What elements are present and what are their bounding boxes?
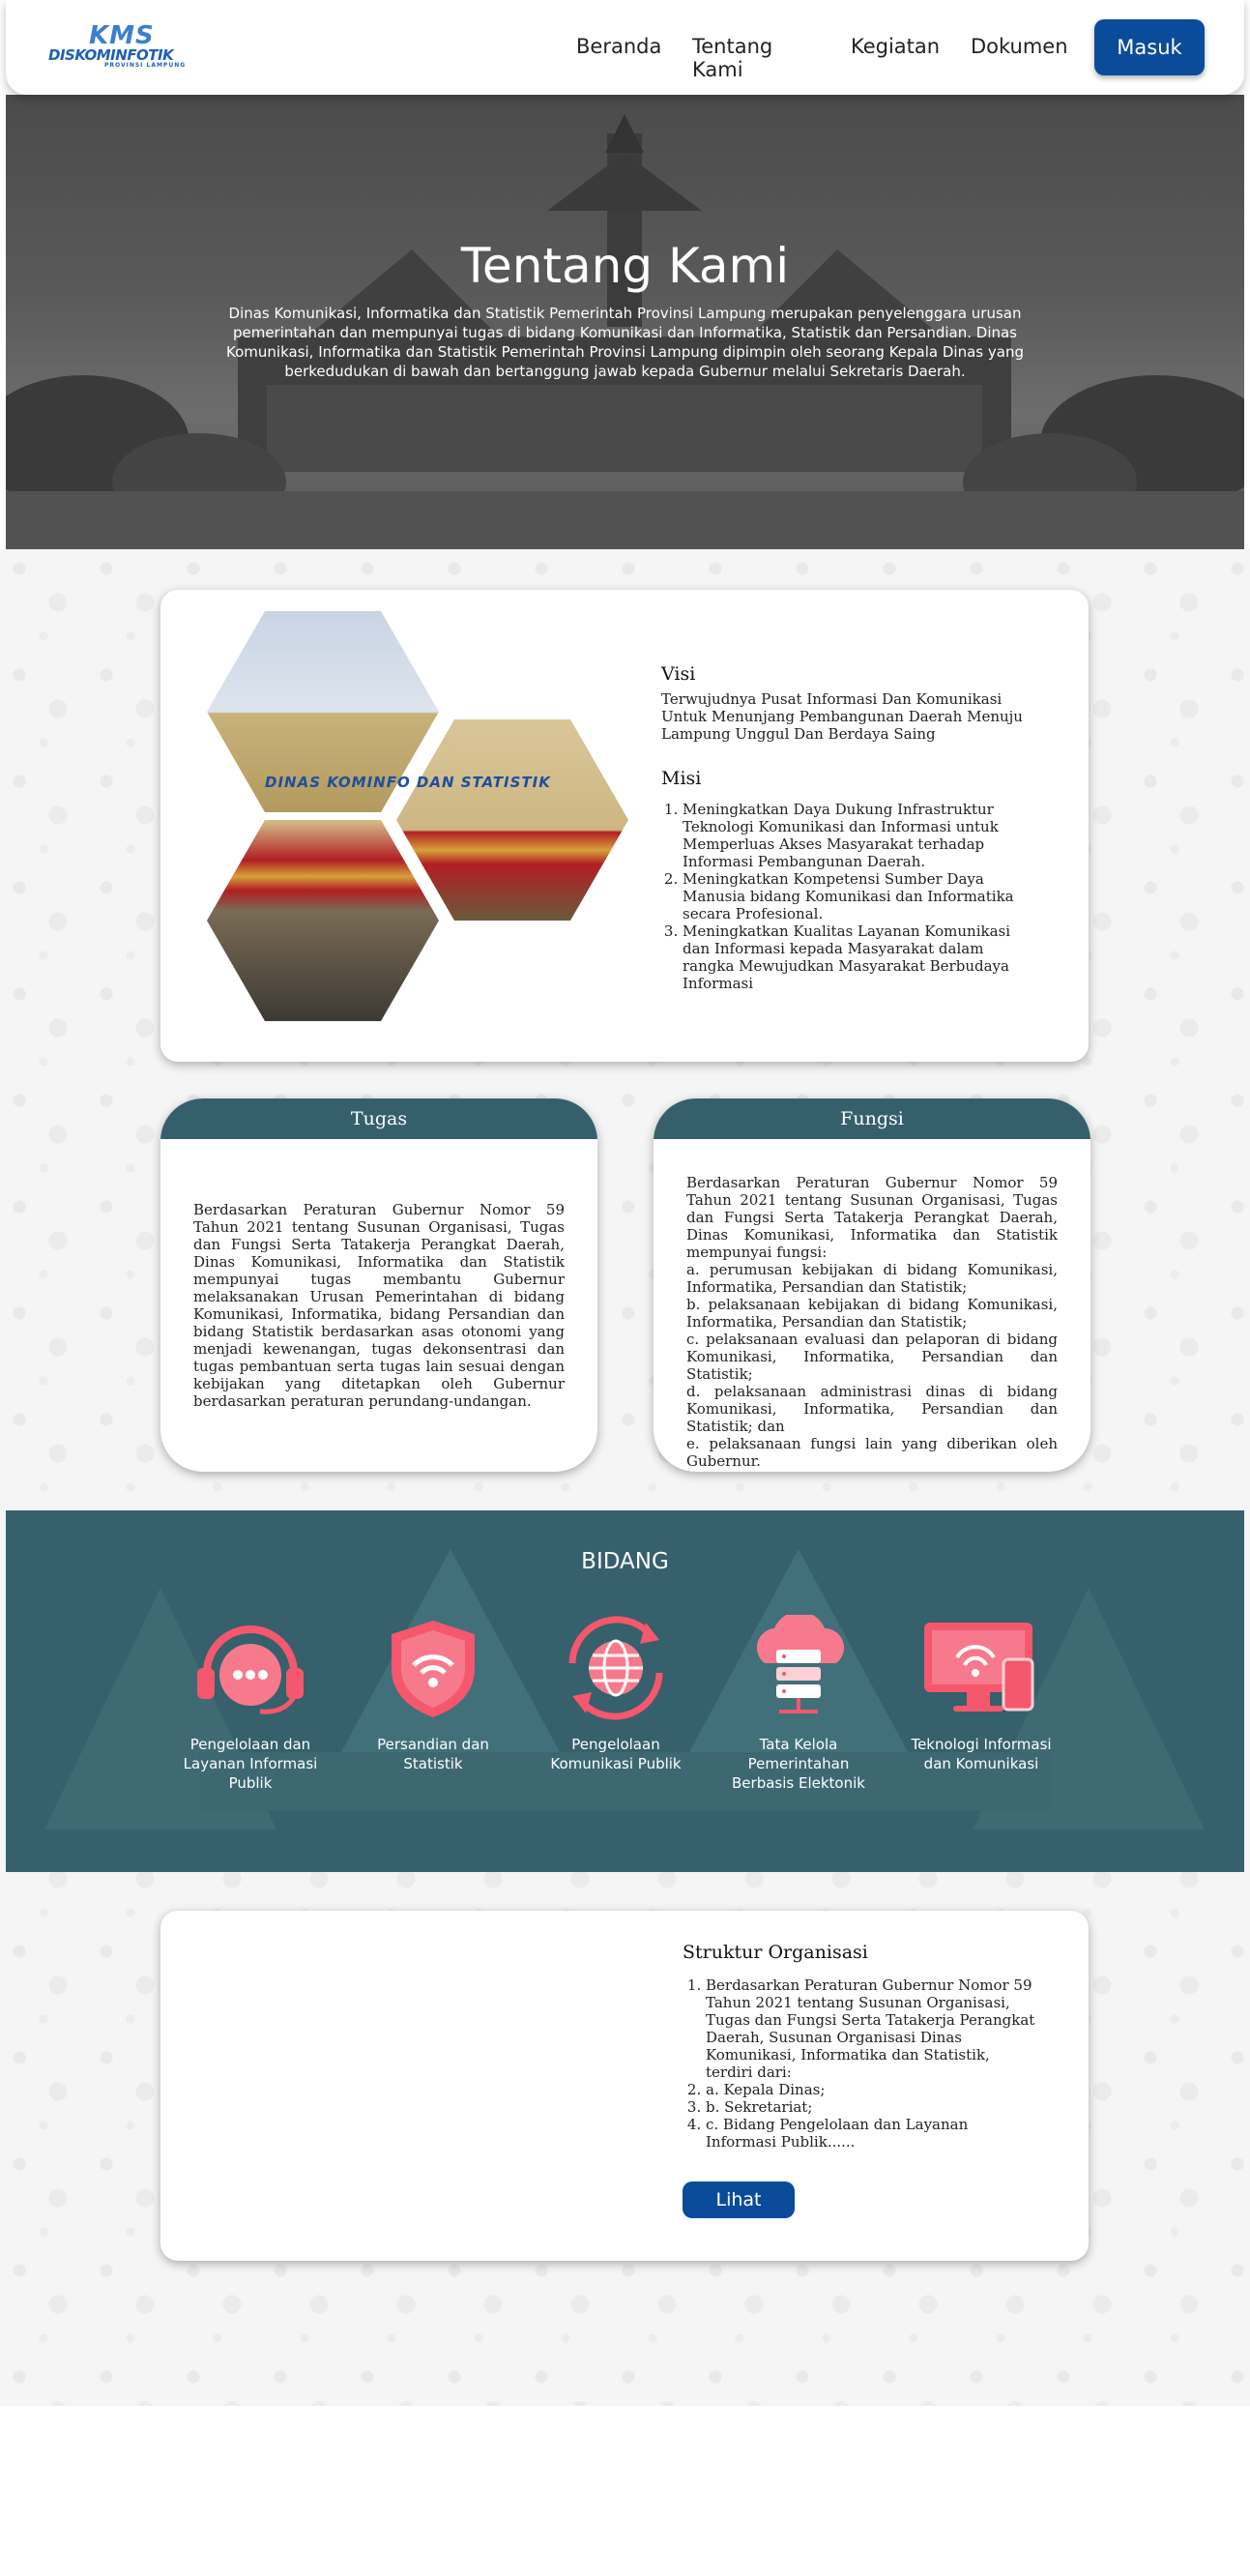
struktur-organisasi-card: Struktur Organisasi Berdasarkan Peratura… [160, 1911, 1089, 2261]
struktur-item: c. Bidang Pengelolaan dan Layanan Inform… [706, 2116, 1040, 2151]
tugas-text: Berdasarkan Peraturan Gubernur Nomor 59 … [193, 1201, 565, 1410]
bidang-label: Pengelolaan Komunikasi Publik [550, 1736, 682, 1772]
bidang-item-layanan-informasi[interactable]: Pengelolaan dan Layanan Informasi Publik [168, 1615, 333, 1793]
struktur-item: a. Kepala Dinas; [706, 2081, 1040, 2098]
struktur-item: Berdasarkan Peraturan Gubernur Nomor 59 … [706, 1976, 1040, 2081]
visi-text: Terwujudnya Pusat Informasi Dan Komunika… [661, 690, 1023, 743]
login-button[interactable]: Masuk [1094, 19, 1205, 75]
building-sign-text: DINAS KOMINFO DAN STATISTIK [265, 774, 551, 791]
nav-link-kegiatan[interactable]: Kegiatan [851, 35, 947, 58]
tugas-card: Tugas Berdasarkan Peraturan Gubernur Nom… [160, 1098, 597, 1472]
visi-misi-card: DINAS KOMINFO DAN STATISTIK Visi Terwuju… [160, 590, 1089, 1062]
fungsi-text: Berdasarkan Peraturan Gubernur Nomor 59 … [686, 1174, 1058, 1470]
struktur-item: b. Sekretariat; [706, 2098, 1040, 2116]
bidang-item-persandian[interactable]: Persandian dan Statistik [351, 1615, 515, 1773]
fungsi-card: Fungsi Berdasarkan Peraturan Gubernur No… [654, 1098, 1090, 1472]
misi-item: Meningkatkan Daya Dukung Infrastruktur T… [683, 801, 1033, 870]
bidang-item-teknologi-informasi[interactable]: Teknologi Informasi dan Komunikasi [899, 1615, 1063, 1773]
bidang-label: Tata Kelola Pemerintahan Berbasis Elekto… [732, 1736, 865, 1792]
hex-photo-right [396, 719, 628, 921]
struktur-list: Berdasarkan Peraturan Gubernur Nomor 59 … [683, 1976, 1040, 2151]
shield-wifi-icon [392, 1621, 475, 1717]
nav-link-dokumen[interactable]: Dokumen [971, 35, 1068, 58]
nav-link-beranda[interactable]: Beranda [576, 35, 673, 58]
misi-item: Meningkatkan Kualitas Layanan Komunikasi… [683, 922, 1033, 992]
bidang-label: Teknologi Informasi dan Komunikasi [911, 1736, 1052, 1772]
building-photo-collage: DINAS KOMINFO DAN STATISTIK [207, 611, 652, 1037]
page-title: Tentang Kami [460, 238, 790, 294]
misi-list: Meningkatkan Daya Dukung Infrastruktur T… [661, 801, 1033, 992]
bidang-label: Pengelolaan dan Layanan Informasi Publik [183, 1736, 318, 1792]
top-navbar: KMS DISKOMINFOTIK PROVINSI LAMPUNG Beran… [6, 0, 1244, 95]
cloud-server-icon [756, 1615, 844, 1713]
struktur-title: Struktur Organisasi [683, 1942, 868, 1963]
hex-photo-bottom [207, 820, 439, 1021]
headset-chat-icon [197, 1625, 304, 1714]
bidang-item-tata-kelola[interactable]: Tata Kelola Pemerintahan Berbasis Elekto… [716, 1615, 881, 1793]
devices-wifi-icon [924, 1623, 1034, 1712]
visi-title: Visi [661, 663, 696, 685]
bidang-label: Persandian dan Statistik [377, 1736, 489, 1772]
globe-sync-icon [568, 1616, 663, 1720]
kms-logo[interactable]: KMS DISKOMINFOTIK PROVINSI LAMPUNG [48, 21, 203, 69]
misi-item: Meningkatkan Kompetensi Sumber Daya Manu… [683, 870, 1033, 922]
fungsi-header: Fungsi [654, 1098, 1090, 1139]
hero-banner: Tentang Kami Dinas Komunikasi, Informati… [6, 95, 1244, 549]
nav-link-tentang-kami[interactable]: Tentang Kami [692, 35, 828, 81]
hero-description: Dinas Komunikasi, Informatika dan Statis… [226, 305, 1024, 380]
lihat-button[interactable]: Lihat [683, 2181, 795, 2218]
bidang-title: BIDANG [581, 1549, 669, 1574]
bidang-section: BIDANG Pengelolaan dan Layanan Informasi… [6, 1510, 1244, 1872]
logo-sub-text: PROVINSI LAMPUNG [104, 62, 187, 69]
bidang-item-komunikasi-publik[interactable]: Pengelolaan Komunikasi Publik [534, 1615, 698, 1773]
misi-title: Misi [661, 768, 702, 789]
tugas-header: Tugas [160, 1098, 597, 1139]
